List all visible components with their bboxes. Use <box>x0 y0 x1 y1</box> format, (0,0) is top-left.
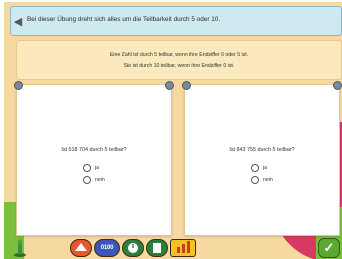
eraser-icon[interactable] <box>70 239 92 257</box>
app-window: ◀ Bei dieser Übung dreht sich alles um d… <box>4 2 342 259</box>
answer-option-nein[interactable]: nein <box>83 175 105 184</box>
option-label: nein <box>95 176 105 183</box>
pin-icon <box>182 81 191 90</box>
radio-button[interactable] <box>83 163 91 172</box>
sheet-icon[interactable] <box>146 239 168 257</box>
question-text: Ist 518 704 durch 5 teilbar? <box>61 147 127 153</box>
answer-option-ja[interactable]: ja <box>251 163 267 172</box>
task-card-2: Ist 843 755 durch 5 teilbar? ja nein <box>182 81 342 236</box>
question-text: Ist 843 755 durch 5 teilbar? <box>229 147 295 153</box>
radio-button[interactable] <box>251 175 259 184</box>
instruction-text: Bei dieser Übung dreht sich alles um die… <box>27 16 221 23</box>
option-label: ja <box>263 164 268 171</box>
check-icon[interactable]: ✓ <box>318 238 340 258</box>
pin-icon <box>333 81 342 90</box>
rule-line-1: Eine Zahl ist durch 5 teilbar, wenn ihre… <box>109 52 249 58</box>
chart-icon[interactable] <box>170 239 196 257</box>
task-card-1: Ist 518 704 durch 5 teilbar? ja nein <box>14 81 174 236</box>
option-label: nein <box>263 176 273 183</box>
bottom-toolbar: 0100 <box>70 239 220 259</box>
home-icon[interactable] <box>12 238 28 258</box>
pin-icon <box>14 81 23 90</box>
answer-option-nein[interactable]: nein <box>251 175 273 184</box>
pin-icon <box>165 81 174 90</box>
answer-option-ja[interactable]: ja <box>83 163 99 172</box>
rule-line-2: Sie ist durch 10 teilbar, wenn ihre Endz… <box>123 63 235 69</box>
radio-button[interactable] <box>83 175 91 184</box>
radio-button[interactable] <box>251 163 259 172</box>
rules-box: Eine Zahl ist durch 5 teilbar, wenn ihre… <box>16 40 342 80</box>
counter-icon[interactable]: 0100 <box>94 239 120 257</box>
triangle-left-icon[interactable]: ◀ <box>11 12 25 30</box>
option-label: ja <box>95 164 100 171</box>
timer-icon[interactable] <box>122 239 144 257</box>
instruction-bar: ◀ Bei dieser Übung dreht sich alles um d… <box>10 6 342 36</box>
